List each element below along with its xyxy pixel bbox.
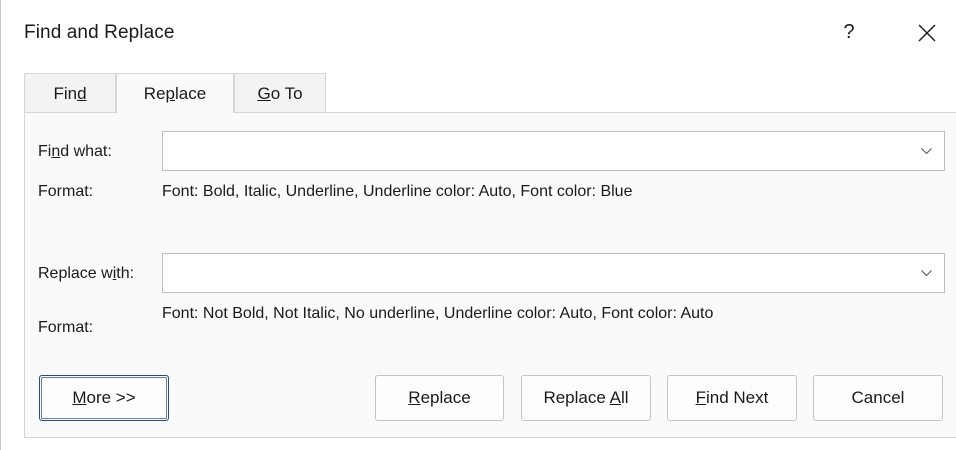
replace-with-input[interactable] (163, 254, 908, 292)
cancel-label: Cancel (851, 388, 905, 407)
tab-replace-mnemonic: p (165, 84, 175, 103)
replace-with-label-post: th: (116, 265, 135, 282)
tab-replace-label-pre: Re (143, 84, 166, 103)
replace-label: eplace (420, 388, 471, 407)
tab-goto-label-post: o To (270, 84, 303, 103)
chevron-down-icon (921, 270, 932, 277)
more-label: ore >> (86, 388, 136, 407)
tab-strip: Find Replace Go To (24, 73, 944, 113)
cancel-button[interactable]: Cancel (813, 375, 943, 421)
find-what-label-pre: Fi (38, 143, 52, 160)
find-what-combobox[interactable] (162, 131, 945, 171)
replace-all-mnemonic: A (609, 388, 621, 407)
tab-replace-label-post: lace (175, 84, 207, 103)
dialog-title: Find and Replace (24, 22, 175, 43)
replace-with-dropdown-button[interactable] (908, 254, 944, 292)
replace-all-label-post: ll (620, 388, 629, 407)
more-button[interactable]: More >> (39, 375, 169, 421)
replace-format-label: Format: (38, 319, 94, 336)
replace-all-button[interactable]: Replace All (521, 375, 651, 421)
replace-mnemonic: R (408, 388, 421, 407)
find-what-mnemonic: n (51, 143, 61, 160)
help-button[interactable]: ? (831, 14, 867, 50)
tab-find-mnemonic: d (77, 84, 87, 103)
more-mnemonic: M (72, 388, 87, 407)
find-what-dropdown-button[interactable] (908, 132, 944, 170)
find-format-label: Format: (38, 183, 94, 200)
find-format-value: Font: Bold, Italic, Underline, Underline… (162, 183, 633, 200)
tab-replace[interactable]: Replace (116, 73, 234, 113)
find-replace-dialog: Find and Replace ? Find Replace Go To Fi… (0, 0, 956, 450)
replace-all-label-pre: Replace (543, 388, 610, 407)
tab-find-label-pre: Fin (53, 84, 78, 103)
find-what-label: Find what: (38, 143, 112, 161)
find-next-button[interactable]: Find Next (667, 375, 797, 421)
replace-with-label: Replace with: (38, 265, 134, 283)
replace-button[interactable]: Replace (375, 375, 504, 421)
replace-with-label-pre: Replace w (38, 265, 113, 282)
chevron-down-icon (921, 148, 932, 155)
find-what-label-post: d what: (60, 143, 112, 160)
replace-format-value: Font: Not Bold, Not Italic, No underline… (162, 305, 714, 322)
title-bar: Find and Replace ? (1, 0, 956, 64)
tab-find[interactable]: Find (24, 73, 116, 113)
replace-with-combobox[interactable] (162, 253, 945, 293)
tab-goto-mnemonic: G (257, 84, 271, 103)
close-icon (918, 24, 936, 42)
replace-panel: Find what: Format: Font: Bold, Italic, U… (24, 112, 956, 438)
tab-go-to[interactable]: Go To (234, 73, 326, 113)
find-what-input[interactable] (163, 132, 908, 170)
close-button[interactable] (907, 14, 947, 50)
find-next-label: ind Next (706, 388, 769, 407)
find-next-mnemonic: F (695, 388, 706, 407)
